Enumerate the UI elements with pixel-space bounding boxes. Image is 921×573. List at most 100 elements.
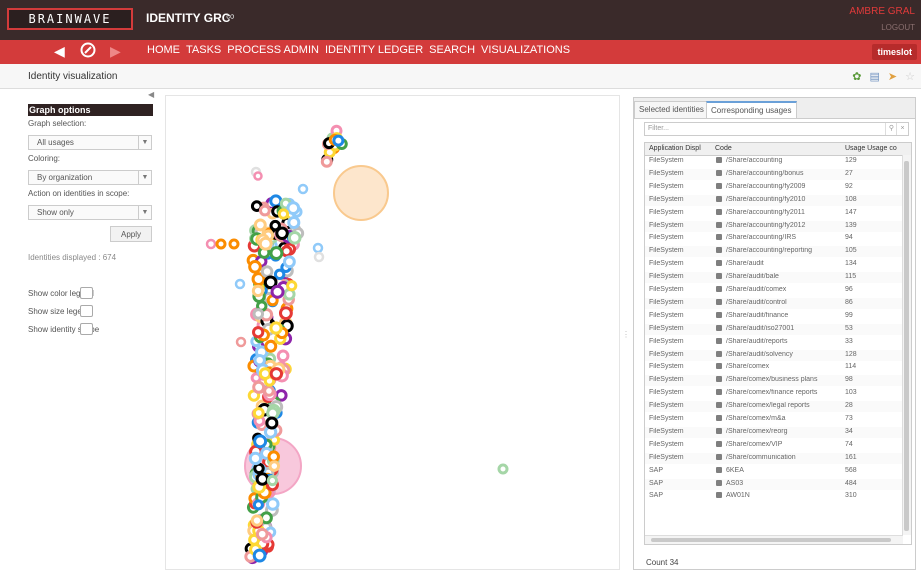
table-row[interactable]: FileSystem/Share/comex/VIP 74 <box>645 439 903 451</box>
identity-node[interactable] <box>276 349 290 363</box>
column-header-application[interactable]: Application Displ <box>649 145 701 152</box>
coloring-select[interactable]: By organization ▼ <box>28 170 152 185</box>
table-row[interactable]: FileSystem/Share/comex/legal reports 28 <box>645 401 903 413</box>
identity-node[interactable] <box>253 434 268 449</box>
table-row[interactable]: SAP AS03 484 <box>645 478 903 490</box>
table-row[interactable]: FileSystem/Share/accounting/bonus 27 <box>645 168 903 180</box>
identity-node[interactable] <box>252 326 265 339</box>
identity-node[interactable] <box>287 231 302 245</box>
identity-node[interactable] <box>252 380 266 394</box>
compass-icon[interactable] <box>80 42 96 61</box>
identity-graph[interactable] <box>166 96 620 570</box>
identity-node[interactable] <box>267 450 280 463</box>
identity-node[interactable] <box>252 407 265 419</box>
table-row[interactable]: SAP 6KEA 568 <box>645 465 903 477</box>
identity-node[interactable] <box>215 238 227 250</box>
identity-node[interactable] <box>255 472 270 486</box>
table-row[interactable]: FileSystem/Share/accounting/fy2012 139 <box>645 220 903 232</box>
brainwave-logo[interactable]: BRAINWAVE <box>7 8 133 30</box>
identity-node[interactable] <box>266 474 279 487</box>
tab-corresponding-usages[interactable]: Corresponding usages <box>706 101 797 118</box>
table-row[interactable]: FileSystem/Share/audit/reports 33 <box>645 336 903 348</box>
scrollbar-thumb[interactable] <box>651 538 891 542</box>
logout-link[interactable]: LOGOUT <box>881 23 915 32</box>
table-row[interactable]: FileSystem/Share/accounting/IRS 94 <box>645 233 903 245</box>
identity-node[interactable] <box>497 463 509 475</box>
identity-node[interactable] <box>269 321 283 335</box>
action-select[interactable]: Show only ▼ <box>28 205 152 220</box>
timeslot-button[interactable]: timeslot <box>872 44 917 60</box>
show-size-legend-checkbox[interactable] <box>80 305 93 317</box>
table-row[interactable]: FileSystem/Share/comex 114 <box>645 362 903 374</box>
nav-identity-ledger[interactable]: IDENTITY LEDGER <box>325 44 423 56</box>
identity-node[interactable] <box>258 236 273 251</box>
table-row[interactable]: FileSystem/Share/accounting/fy2010 108 <box>645 194 903 206</box>
identity-node[interactable] <box>265 497 280 511</box>
identity-node[interactable] <box>265 416 279 430</box>
table-row[interactable]: FileSystem/Share/audit/finance 99 <box>645 310 903 322</box>
nav-home[interactable]: HOME <box>147 44 180 56</box>
identity-node[interactable] <box>269 246 284 261</box>
identity-node[interactable] <box>255 527 269 541</box>
identity-node[interactable] <box>280 245 293 258</box>
identity-node[interactable] <box>278 306 293 321</box>
filter-input[interactable]: Filter... ⚲ × <box>644 122 909 136</box>
table-row[interactable]: FileSystem/Share/comex/finance reports 10… <box>645 388 903 400</box>
identity-node[interactable] <box>253 171 263 181</box>
identity-node[interactable] <box>268 460 281 472</box>
column-header-code[interactable]: Code <box>715 145 732 152</box>
table-row[interactable]: FileSystem/Share/audit/comex 96 <box>645 285 903 296</box>
identity-node[interactable] <box>270 284 285 299</box>
identity-node[interactable] <box>313 251 325 263</box>
identity-node[interactable] <box>332 134 345 147</box>
forward-arrow-icon[interactable]: ▶ <box>110 43 121 60</box>
graph-selection-select[interactable]: All usages ▼ <box>28 135 152 150</box>
table-row[interactable]: FileSystem/Share/audit/solvency 128 <box>645 349 903 361</box>
table-row[interactable]: FileSystem/Share/audit/iso27001 53 <box>645 323 903 335</box>
identity-node[interactable] <box>277 208 290 220</box>
nav-tasks[interactable]: TASKS <box>186 44 221 56</box>
table-row[interactable]: FileSystem/Share/accounting 129 <box>645 156 903 167</box>
splitter-handle[interactable]: ⋮ <box>622 330 630 339</box>
identity-node[interactable] <box>253 353 266 367</box>
table-row[interactable]: SAP AW01N 310 <box>645 491 903 503</box>
identity-node[interactable] <box>258 204 271 217</box>
identity-node[interactable] <box>283 255 296 269</box>
identity-node[interactable] <box>252 548 267 563</box>
table-row[interactable]: FileSystem/Share/accounting/reporting 105 <box>645 246 903 258</box>
identity-node[interactable] <box>252 499 264 511</box>
identity-node[interactable] <box>297 183 309 195</box>
identity-node[interactable] <box>251 284 265 298</box>
apply-button[interactable]: Apply <box>110 226 152 242</box>
identity-node[interactable] <box>333 165 389 221</box>
identity-graph-canvas[interactable] <box>165 95 620 570</box>
note-icon[interactable]: ▤ <box>870 70 880 83</box>
nav-process-admin[interactable]: PROCESS ADMIN <box>227 44 319 56</box>
identity-node[interactable] <box>258 367 272 380</box>
identity-node[interactable] <box>286 201 301 215</box>
identity-node[interactable] <box>235 336 247 348</box>
identity-node[interactable] <box>264 339 278 353</box>
table-row[interactable]: FileSystem/Share/audit/bale 115 <box>645 272 903 284</box>
identity-node[interactable] <box>263 385 275 397</box>
identity-node[interactable] <box>269 194 283 208</box>
collapse-panel-icon[interactable]: ◀ <box>148 90 154 99</box>
table-row[interactable]: FileSystem/Share/comex/business plans 98 <box>645 375 903 387</box>
nav-visualizations[interactable]: VISUALIZATIONS <box>481 44 570 56</box>
identity-node[interactable] <box>248 259 262 274</box>
back-arrow-icon[interactable]: ◀ <box>54 43 65 60</box>
tab-selected-identities[interactable]: Selected identities <box>634 101 709 118</box>
table-row[interactable]: FileSystem/Share/comex/m&a 73 <box>645 414 903 425</box>
identity-node[interactable] <box>248 451 263 466</box>
table-row[interactable]: FileSystem/Share/audit 134 <box>645 259 903 271</box>
pin-icon[interactable]: ➤ <box>888 70 897 83</box>
identity-node[interactable] <box>269 367 284 381</box>
identity-node[interactable] <box>205 238 217 250</box>
table-row[interactable]: FileSystem/Share/accounting/fy2011 147 <box>645 207 903 219</box>
show-color-legend-checkbox[interactable] <box>80 287 93 299</box>
vertical-scrollbar[interactable] <box>902 155 911 535</box>
identity-node[interactable] <box>253 462 265 475</box>
identity-node[interactable] <box>252 308 265 320</box>
user-name[interactable]: AMBRE GRAL <box>849 6 915 17</box>
identity-node[interactable] <box>312 242 324 254</box>
